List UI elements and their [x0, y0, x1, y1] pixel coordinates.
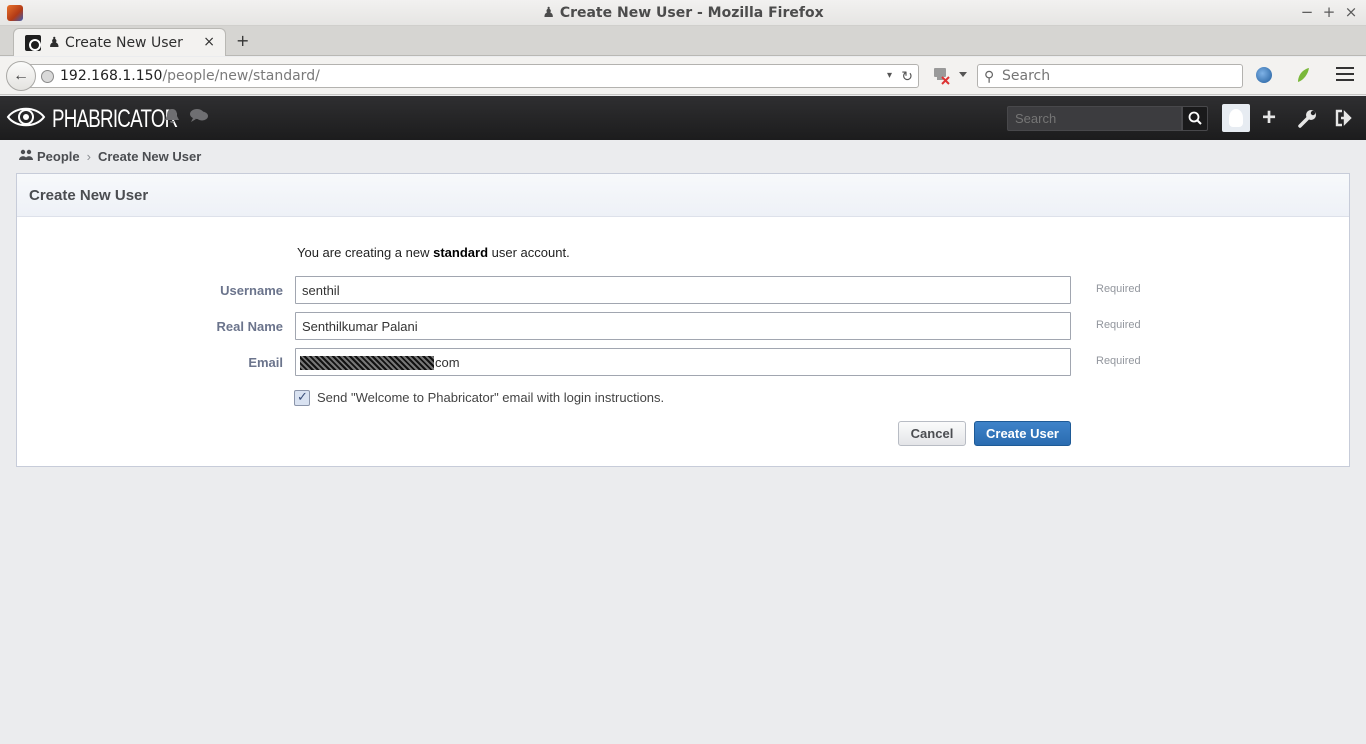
email-required-hint: Required	[1096, 355, 1141, 367]
intro-suffix: user account.	[488, 245, 570, 260]
tab-label: ♟ Create New User	[48, 35, 183, 51]
search-icon	[1188, 111, 1202, 125]
create-plus-icon[interactable]: +	[1262, 104, 1276, 132]
maximize-button[interactable]: +	[1321, 3, 1337, 21]
crumb-current: Create New User	[97, 149, 202, 164]
intro-account-type: standard	[433, 245, 489, 260]
phabricator-brand[interactable]: PHABRICATOR	[52, 105, 178, 134]
welcome-email-checkbox[interactable]	[294, 389, 310, 406]
conpherence-chat-icon[interactable]	[189, 107, 209, 128]
phabricator-search-input[interactable]	[1007, 106, 1182, 131]
welcome-email-label[interactable]: Send "Welcome to Phabricator" email with…	[317, 390, 664, 405]
create-user-button[interactable]: Create User	[974, 421, 1071, 446]
crumb-people-link[interactable]: People	[37, 149, 80, 164]
user-avatar[interactable]	[1222, 104, 1250, 132]
settings-wrench-icon[interactable]	[1298, 108, 1318, 128]
tab-create-new-user[interactable]: ♟ Create New User ×	[13, 28, 226, 56]
tab-close-icon[interactable]: ×	[203, 34, 215, 50]
breadcrumb: People › Create New User	[19, 149, 201, 164]
new-tab-button[interactable]: +	[236, 31, 249, 50]
tab-strip: ♟ Create New User ×	[0, 26, 1366, 56]
realname-field[interactable]	[295, 312, 1071, 340]
window-title: ♟ Create New User - Mozilla Firefox	[542, 5, 824, 21]
window-close-button[interactable]: ×	[1343, 3, 1359, 21]
email-label: Email	[248, 355, 283, 370]
hamburger-menu-icon[interactable]	[1336, 67, 1354, 81]
url-bar[interactable]: 192.168.1.150/people/new/standard/ ▾ ↻	[30, 64, 919, 88]
browser-search-input[interactable]	[1002, 67, 1232, 85]
phabricator-eye-logo-icon[interactable]	[6, 104, 46, 130]
intro-prefix: You are creating a new	[297, 245, 434, 260]
username-required-hint: Required	[1096, 283, 1141, 295]
realname-required-hint: Required	[1096, 319, 1141, 331]
url-host: 192.168.1.150	[60, 68, 163, 84]
phabricator-favicon-icon	[25, 35, 41, 51]
blocked-content-icon[interactable]	[932, 67, 952, 85]
create-user-panel: Create New User You are creating a new s…	[16, 173, 1350, 467]
url-path: /people/new/standard/	[162, 68, 320, 84]
panel-header: Create New User	[17, 174, 1349, 217]
blocked-dropdown-icon[interactable]	[958, 71, 968, 79]
username-label: Username	[220, 283, 283, 298]
browser-search-box[interactable]: ⚲	[977, 64, 1243, 88]
url-history-dropdown-icon[interactable]: ▾	[887, 70, 892, 81]
page-title: Create New User	[29, 187, 149, 204]
logout-icon[interactable]	[1334, 109, 1354, 127]
notifications-bell-icon[interactable]	[164, 108, 180, 129]
intro-text: You are creating a new standard user acc…	[297, 245, 570, 260]
search-icon: ⚲	[984, 68, 995, 84]
people-icon	[19, 149, 33, 164]
back-button[interactable]: ←	[6, 61, 36, 91]
phabricator-search-button[interactable]	[1182, 106, 1208, 131]
url-text[interactable]: 192.168.1.150/people/new/standard/	[60, 68, 320, 84]
minimize-button[interactable]: −	[1299, 3, 1315, 21]
reload-icon[interactable]: ↻	[901, 68, 913, 85]
window-titlebar: ♟ Create New User - Mozilla Firefox − + …	[0, 0, 1366, 26]
addon-leaf-icon[interactable]	[1295, 66, 1311, 84]
realname-label: Real Name	[216, 319, 283, 334]
cancel-button[interactable]: Cancel	[898, 421, 966, 446]
crumb-separator: ›	[86, 149, 91, 164]
email-redaction	[300, 356, 434, 370]
site-identity-icon[interactable]	[41, 70, 54, 83]
username-field[interactable]	[295, 276, 1071, 304]
email-visible-suffix: com	[435, 355, 460, 370]
addon-eye-icon[interactable]	[1256, 67, 1272, 83]
